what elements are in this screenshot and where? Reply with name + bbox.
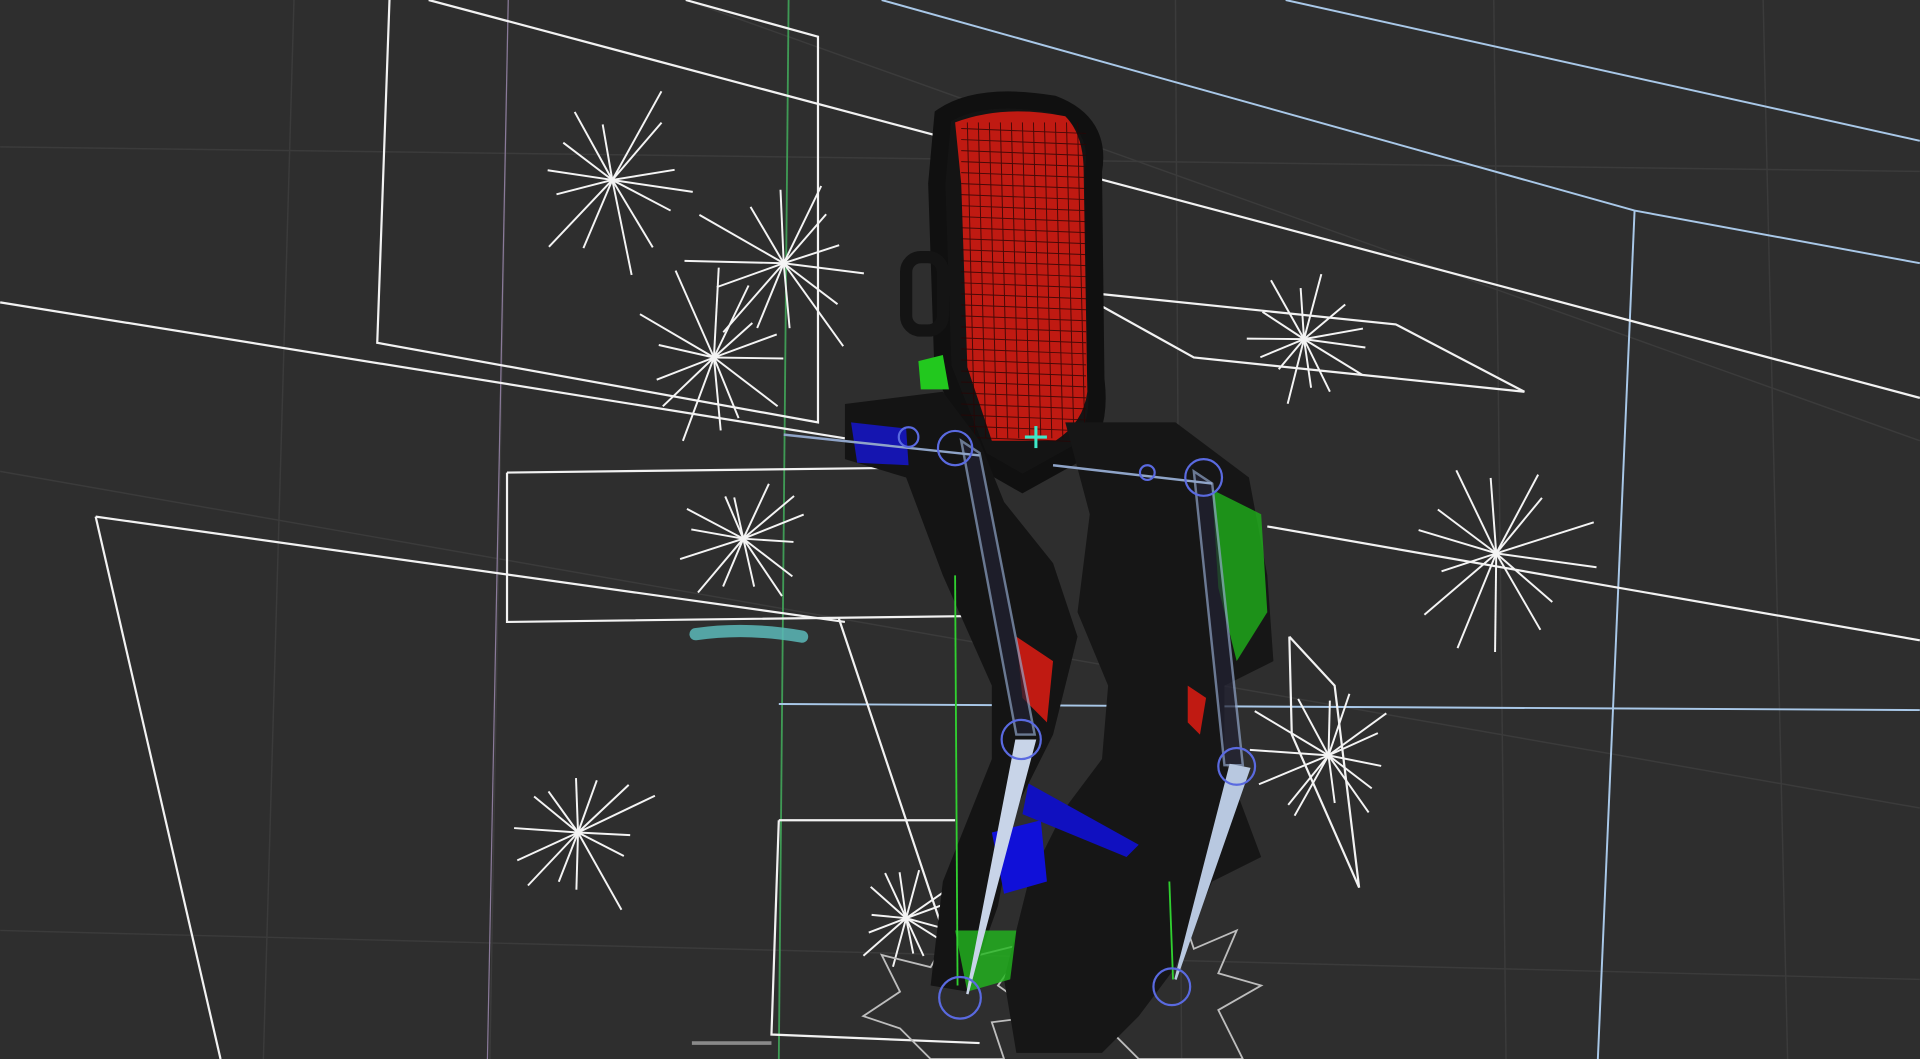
light-star-icon[interactable] bbox=[1246, 273, 1366, 405]
light-star-icon[interactable] bbox=[1418, 469, 1597, 653]
light-star-icon[interactable] bbox=[514, 778, 656, 911]
light-star-icon[interactable] bbox=[1249, 693, 1387, 817]
scene-canvas[interactable] bbox=[0, 0, 1920, 1059]
light-star-icon[interactable] bbox=[684, 185, 865, 347]
light-star-icon[interactable] bbox=[679, 483, 805, 597]
axis-lines bbox=[486, 0, 790, 1059]
3d-viewport[interactable] bbox=[0, 0, 1920, 1059]
light-star-icon[interactable] bbox=[547, 90, 693, 276]
selection-stroke bbox=[689, 624, 809, 643]
light-star-icon[interactable] bbox=[639, 267, 784, 442]
